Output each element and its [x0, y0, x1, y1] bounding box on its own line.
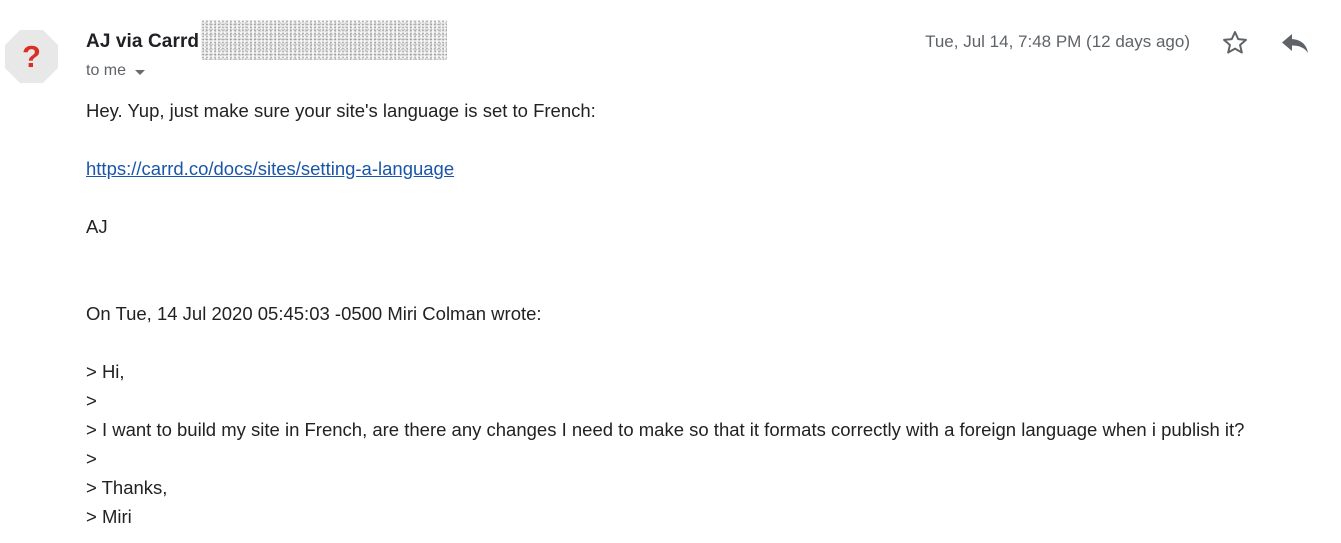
sender-avatar: ? — [4, 29, 59, 84]
quote-header: On Tue, 14 Jul 2020 05:45:03 -0500 Miri … — [86, 303, 542, 324]
quoted-line: > Thanks, — [86, 477, 168, 498]
quoted-line: > Miri — [86, 506, 132, 527]
quoted-line: > Hi, — [86, 361, 125, 382]
body-signature: AJ — [86, 216, 108, 237]
chevron-down-icon[interactable] — [135, 69, 146, 75]
sender-row: AJ via Carrd — [86, 20, 448, 60]
quoted-line: > I want to build my site in French, are… — [86, 419, 1245, 440]
recipient-details-toggle[interactable]: to me — [86, 62, 146, 80]
docs-link[interactable]: https://carrd.co/docs/sites/setting-a-la… — [86, 158, 454, 179]
unknown-sender-icon: ? — [5, 30, 58, 83]
message-date: Tue, Jul 14, 7:48 PM (12 days ago) — [925, 32, 1190, 51]
svg-text:?: ? — [22, 39, 41, 74]
reply-button[interactable] — [1280, 31, 1310, 55]
recipient-label: to me — [86, 62, 127, 79]
body-greeting: Hey. Yup, just make sure your site's lan… — [86, 100, 596, 121]
email-message-view: ? AJ via Carrd to me Tue, Jul 14, 7:48 P… — [0, 0, 1341, 543]
star-outline-icon — [1223, 31, 1247, 54]
quoted-line: > — [86, 390, 97, 411]
quoted-line: > — [86, 448, 97, 469]
reply-icon — [1282, 34, 1308, 53]
redacted-sender-email — [201, 20, 448, 60]
sender-name[interactable]: AJ via Carrd — [86, 31, 199, 53]
star-button[interactable] — [1221, 29, 1249, 57]
